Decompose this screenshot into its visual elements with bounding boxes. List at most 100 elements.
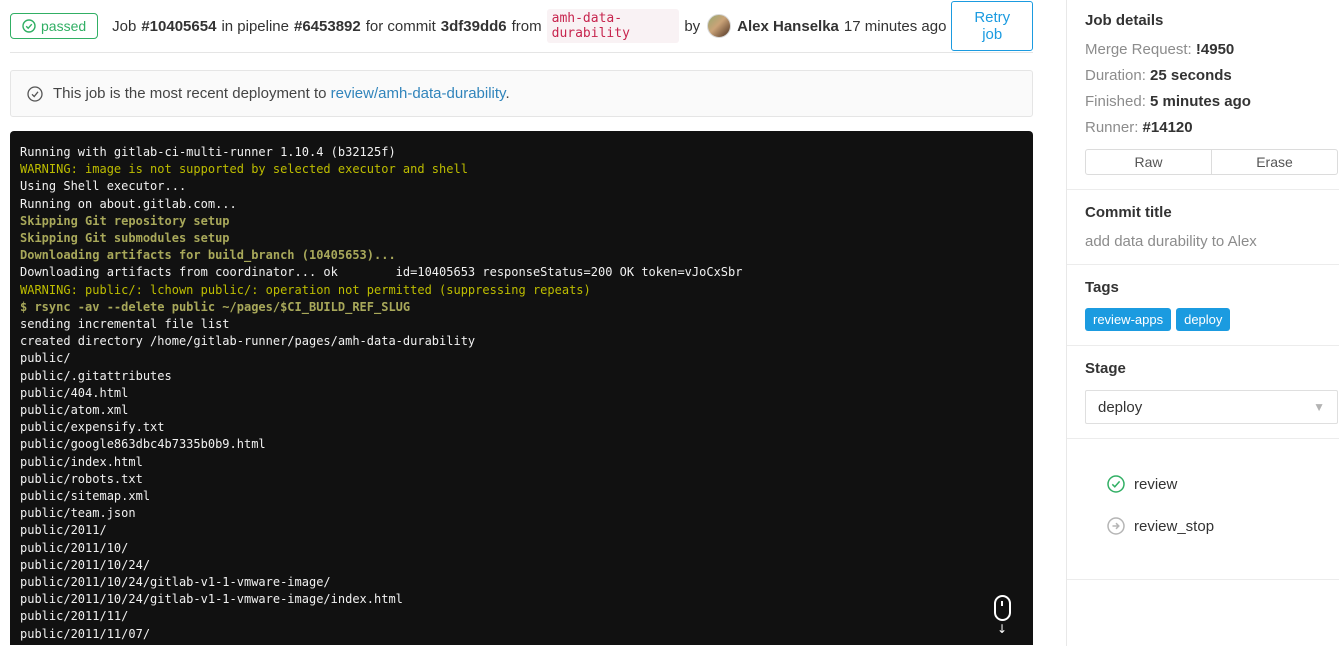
commit-message: add data durability to Alex [1085,233,1257,250]
job-sidebar: Job details Merge Request: !4950 Duration… [1066,0,1339,646]
detail-label: Finished: [1085,93,1151,110]
log-line: Running on about.gitlab.com... [20,196,237,211]
stage-selected-value: deploy [1098,398,1143,416]
status-label: passed [41,18,87,34]
log-line: public/2011/10/24/gitlab-v1-1-vmware-ima… [20,575,331,590]
log-line: public/404.html [20,385,129,400]
log-line: WARNING: image is not supported by selec… [20,162,468,177]
stage-job-name: review [1134,475,1178,493]
detail-value: !4950 [1195,41,1235,58]
page: passed Job #10405654 in pipeline #645389… [0,0,1339,646]
job-word: Job [112,17,137,35]
check-circle-icon [22,19,36,33]
log-line: public/atom.xml [20,403,129,418]
log-line: public/google863dbc4b7335b0b9.html [20,437,266,452]
log-line: Downloading artifacts from coordinator..… [20,265,743,280]
for-commit-word: for commit [365,17,436,35]
divider [1067,189,1339,190]
environment-link[interactable]: review/amh-data-durability [331,85,506,102]
log-lines: Running with gitlab-ci-multi-runner 1.10… [20,144,1033,645]
autoscroll-button[interactable]: ↓ [985,595,1019,641]
tag-badge[interactable]: deploy [1176,308,1231,331]
check-circle-icon [27,85,43,102]
erase-button[interactable]: Erase [1211,149,1338,175]
retry-job-button[interactable]: Retry job [951,1,1033,51]
arrow-right-circle-icon [1107,517,1125,535]
job-id: #10405654 [141,17,217,35]
from-word: from [511,17,542,35]
log-line: public/2011/10/ [20,540,129,555]
status-badge: passed [10,13,99,39]
check-circle-icon [1107,475,1125,493]
by-word: by [684,17,701,35]
log-line: public/ [20,351,71,366]
notice-text: This job is the most recent deployment t… [53,85,510,102]
avatar[interactable] [707,14,732,38]
log-line: public/index.html [20,454,143,469]
log-line: public/2011/11/07/new-design-is-coming/ [20,644,302,645]
detail-label: Duration: [1085,67,1151,84]
log-line: public/robots.txt [20,471,143,486]
log-line: public/team.json [20,506,136,521]
main-column: passed Job #10405654 in pipeline #645389… [10,0,1050,646]
tags-heading: Tags [1085,279,1119,296]
detail-value: #14120 [1142,119,1193,136]
log-line: public/2011/10/24/ [20,557,151,572]
log-line: created directory /home/gitlab-runner/pa… [20,334,476,349]
stage-job-review_stop[interactable]: review_stop [1107,517,1338,535]
log-line: Downloading artifacts for build_branch (… [20,248,396,263]
divider [1067,345,1339,346]
pipeline-id-link[interactable]: #6453892 [294,18,361,35]
log-line: sending incremental file list [20,317,230,332]
stage-heading: Stage [1085,360,1126,377]
log-line: Skipping Git repository setup [20,213,230,228]
log-line: public/2011/10/24/gitlab-v1-1-vmware-ima… [20,592,403,607]
detail-value: 5 minutes ago [1150,93,1251,110]
log-line: WARNING: public/: lchown public/: operat… [20,282,591,297]
notice-text-after: . [505,85,510,102]
log-actions: Raw Erase [1085,149,1338,175]
author-name[interactable]: Alex Hanselka [737,18,839,35]
detail-label: Runner: [1085,119,1143,136]
branch-ref-link[interactable]: amh-data-durability [546,9,680,43]
log-line: public/2011/11/07/ [20,626,151,641]
log-line: public/2011/11/ [20,609,129,624]
job-detail-row: Merge Request: !4950 [1085,41,1338,58]
log-line: public/expensify.txt [20,420,165,435]
log-line: public/.gitattributes [20,368,172,383]
log-line: Using Shell executor... [20,179,187,194]
job-details-rows: Merge Request: !4950 Duration: 25 seconds… [1085,41,1338,136]
divider [1067,438,1339,439]
time-ago: 17 minutes ago [843,17,947,35]
chevron-down-icon: ▼ [1313,400,1325,414]
stage-jobs-list: review review_stop [1085,453,1338,565]
job-detail-row: Duration: 25 seconds [1085,67,1338,84]
divider [1067,264,1339,265]
stage-dropdown[interactable]: deploy ▼ [1085,390,1338,424]
mouse-scroll-icon [993,595,1011,621]
tags-list: review-apps deploy [1085,308,1338,331]
log-line: $ rsync -av --delete public ~/pages/$CI_… [20,299,411,314]
job-detail-row: Finished: 5 minutes ago [1085,93,1338,110]
job-detail-row: Runner: #14120 [1085,119,1338,136]
deployment-notice: This job is the most recent deployment t… [10,70,1033,117]
job-details-title: Job details [1085,12,1164,29]
commit-sha-link[interactable]: 3df39dd6 [441,18,507,35]
log-line: Skipping Git submodules setup [20,231,230,246]
stage-job-review[interactable]: review [1107,475,1338,493]
job-header: passed Job #10405654 in pipeline #645389… [10,0,1033,53]
stage-job-name: review_stop [1134,517,1215,535]
log-line: public/2011/ [20,523,107,538]
log-line: Running with gitlab-ci-multi-runner 1.10… [20,145,396,159]
notice-text-before: This job is the most recent deployment t… [53,85,327,102]
arrow-down-icon: ↓ [996,622,1008,636]
build-log-terminal[interactable]: Running with gitlab-ci-multi-runner 1.10… [10,131,1033,645]
in-pipeline-word: in pipeline [221,17,289,35]
divider [1067,579,1339,580]
commit-title-heading: Commit title [1085,204,1172,221]
detail-label: Merge Request: [1085,41,1196,58]
tag-badge[interactable]: review-apps [1085,308,1172,331]
raw-button[interactable]: Raw [1085,149,1212,175]
detail-value: 25 seconds [1150,67,1232,84]
log-line: public/sitemap.xml [20,489,151,504]
